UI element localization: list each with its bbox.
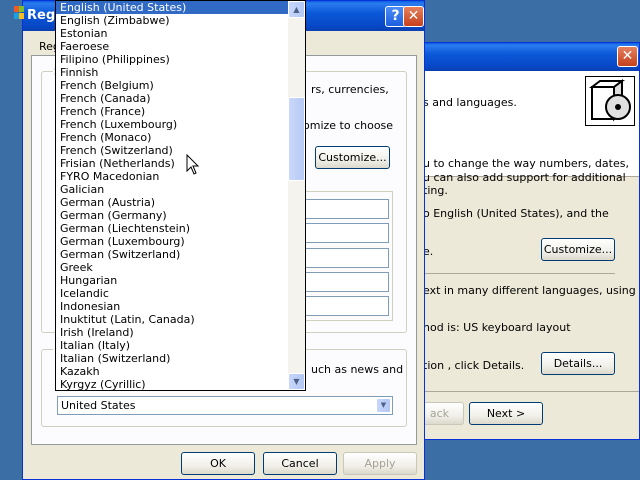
ok-button[interactable]: OK: [181, 452, 255, 475]
language-option[interactable]: Greek: [56, 261, 305, 274]
language-option[interactable]: Italian (Switzerland): [56, 352, 305, 365]
setup-wizard-window: ✕ s and languages. u to change the way n…: [418, 42, 640, 440]
sample-long-date-field: [305, 296, 389, 316]
sample-short-date-field: [305, 272, 389, 292]
language-option[interactable]: Irish (Ireland): [56, 326, 305, 339]
mouse-cursor-icon: [186, 154, 200, 175]
language-option[interactable]: English (Zimbabwe): [56, 14, 305, 27]
dialog-text-2: omize to choose: [303, 119, 394, 132]
language-option[interactable]: German (Switzerland): [56, 248, 305, 261]
cd-box-icon: [585, 76, 635, 126]
wizard-divider: [423, 273, 615, 274]
wizard-back-button[interactable]: ack: [419, 402, 464, 425]
language-option[interactable]: Icelandic: [56, 287, 305, 300]
sample-currency-field: [305, 223, 389, 243]
wizard-text-8: hod is: US keyboard layout: [423, 321, 571, 334]
language-option[interactable]: FYRO Macedonian: [56, 170, 305, 183]
language-option[interactable]: Estonian: [56, 27, 305, 40]
language-option[interactable]: Inuktitut (Latin, Canada): [56, 313, 305, 326]
close-button[interactable]: ✕: [403, 6, 424, 27]
language-option[interactable]: Frisian (Netherlands): [56, 157, 305, 170]
wizard-close-button[interactable]: ✕: [617, 46, 638, 67]
language-option[interactable]: Galician: [56, 183, 305, 196]
dialog-text-1: rs, currencies,: [311, 83, 389, 96]
language-option[interactable]: German (Liechtenstein): [56, 222, 305, 235]
language-option[interactable]: Italian (Italy): [56, 339, 305, 352]
language-option[interactable]: French (Canada): [56, 92, 305, 105]
language-option[interactable]: French (Belgium): [56, 79, 305, 92]
language-option[interactable]: Finnish: [56, 66, 305, 79]
language-option[interactable]: Indonesian: [56, 300, 305, 313]
language-option[interactable]: French (Monaco): [56, 131, 305, 144]
location-value: United States: [61, 399, 136, 412]
apply-button[interactable]: Apply: [343, 452, 417, 475]
wizard-customize-button[interactable]: Customize...: [541, 238, 615, 261]
language-option[interactable]: English (United States): [56, 1, 305, 14]
language-option[interactable]: Kazakh: [56, 365, 305, 378]
wizard-text-4: ting.: [423, 184, 448, 197]
wizard-next-button[interactable]: Next >: [469, 402, 543, 425]
language-option[interactable]: French (Switzerland): [56, 144, 305, 157]
language-dropdown-list[interactable]: English (United States) English (Zimbabwe…: [55, 0, 306, 391]
language-option[interactable]: German (Austria): [56, 196, 305, 209]
language-option[interactable]: French (Luxembourg): [56, 118, 305, 131]
language-option[interactable]: German (Luxembourg): [56, 235, 305, 248]
customize-button[interactable]: Customize...: [315, 146, 390, 169]
scroll-up-button[interactable]: ▲: [288, 1, 305, 18]
sample-number-field: [305, 199, 389, 219]
language-option[interactable]: Filipino (Philippines): [56, 53, 305, 66]
wizard-text-9: tion , click Details.: [423, 359, 525, 372]
combo-arrow-icon[interactable]: ▼: [376, 398, 391, 413]
wizard-text-2: u to change the way numbers, dates,: [423, 157, 629, 170]
language-options: English (United States) English (Zimbabwe…: [56, 1, 305, 390]
location-combobox[interactable]: United States ▼: [57, 396, 393, 415]
wizard-text-3: u can also add support for additional: [423, 171, 626, 184]
cancel-button[interactable]: Cancel: [263, 452, 337, 475]
dialog-text-3: uch as news and: [311, 363, 404, 376]
wizard-text-7: ext in many different languages, using: [423, 284, 636, 297]
wizard-text-1: s and languages.: [423, 96, 517, 109]
wizard-footer-divider: [419, 391, 639, 392]
vertical-scrollbar[interactable]: ▲ ▼: [288, 1, 305, 390]
sample-time-field: [305, 248, 389, 268]
wizard-details-button[interactable]: Details...: [541, 352, 615, 375]
language-option[interactable]: Hungarian: [56, 274, 305, 287]
windows-logo-icon: [14, 6, 24, 20]
language-option[interactable]: Faeroese: [56, 40, 305, 53]
wizard-titlebar: ✕: [419, 43, 639, 71]
scroll-thumb[interactable]: [288, 97, 305, 181]
wizard-text-5: o English (United States), and the: [423, 207, 609, 220]
scroll-down-button[interactable]: ▼: [288, 373, 305, 390]
language-option[interactable]: German (Germany): [56, 209, 305, 222]
language-option[interactable]: Kyrgyz (Cyrillic): [56, 378, 305, 390]
language-option[interactable]: French (France): [56, 105, 305, 118]
